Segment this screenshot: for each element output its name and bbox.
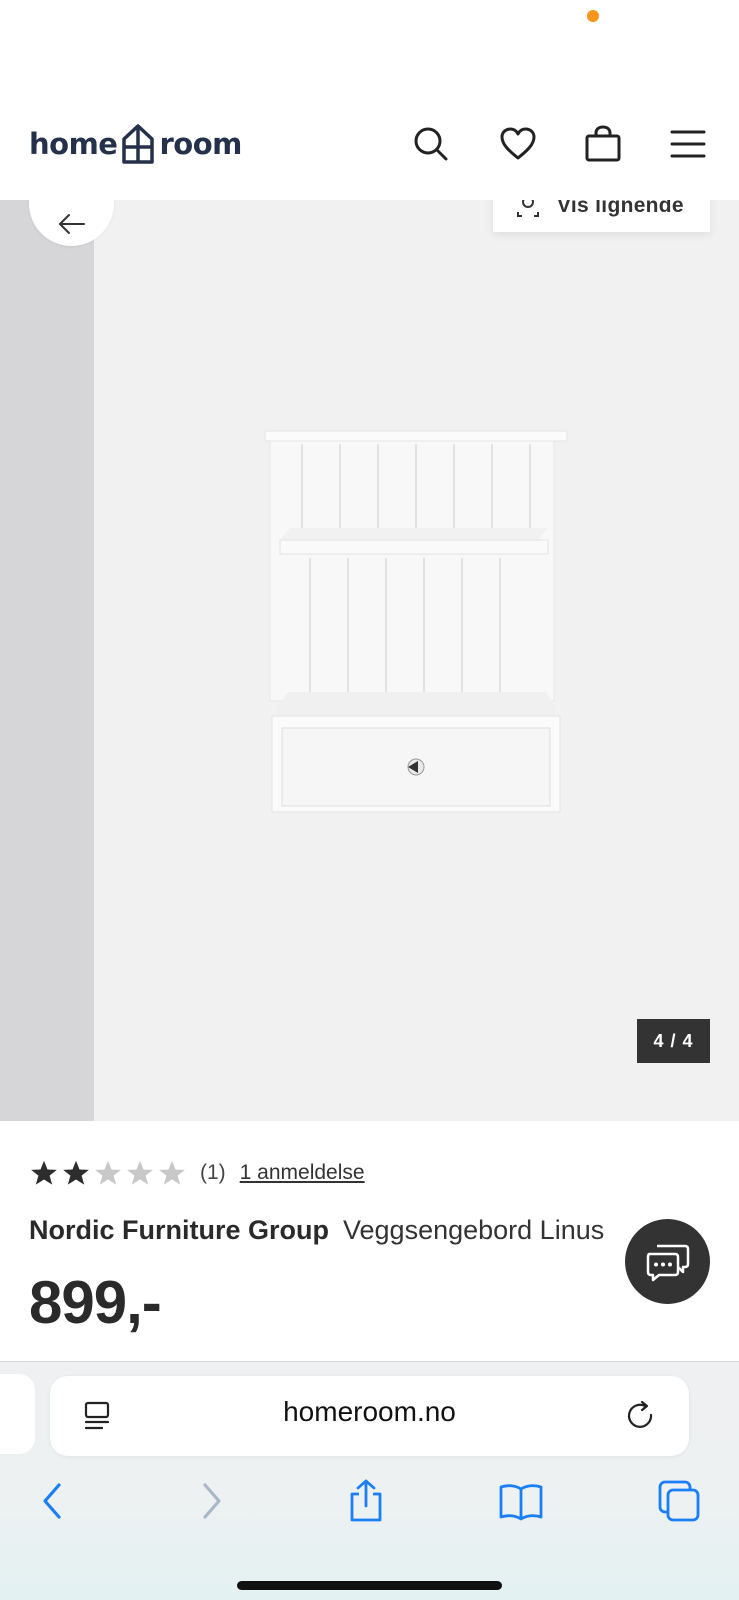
show-similar-button[interactable]: Vis lignende bbox=[493, 200, 710, 232]
product-image bbox=[264, 430, 568, 813]
star-empty-icon bbox=[127, 1160, 153, 1185]
arrow-left-icon bbox=[58, 213, 85, 234]
star-filled-icon bbox=[31, 1160, 57, 1185]
browser-toolbar: homeroom.no bbox=[0, 1361, 739, 1600]
status-bar bbox=[0, 0, 739, 100]
product-price: 899,- bbox=[29, 1269, 162, 1336]
cart-button[interactable] bbox=[581, 122, 625, 166]
chat-button[interactable] bbox=[625, 1219, 710, 1304]
search-button[interactable] bbox=[409, 122, 453, 166]
browser-forward-button[interactable] bbox=[187, 1476, 237, 1526]
browser-back-button[interactable] bbox=[27, 1476, 77, 1526]
search-icon bbox=[414, 127, 448, 161]
menu-button[interactable] bbox=[666, 122, 710, 166]
forward-icon bbox=[203, 1483, 221, 1519]
homeroom-logo[interactable]: home room bbox=[29, 122, 242, 166]
star-rating bbox=[30, 1159, 186, 1187]
tabs-button[interactable] bbox=[654, 1476, 704, 1526]
tabs-icon bbox=[658, 1480, 700, 1522]
rating-row: (1) 1 anmeldelse bbox=[30, 1156, 365, 1190]
bookmarks-button[interactable] bbox=[496, 1476, 546, 1526]
rating-count: (1) bbox=[200, 1161, 226, 1184]
menu-icon bbox=[670, 130, 706, 158]
privacy-indicator-dot bbox=[587, 10, 599, 22]
star-filled-icon bbox=[63, 1160, 89, 1185]
previous-slide-peek[interactable] bbox=[0, 200, 94, 1121]
star-empty-icon bbox=[159, 1160, 185, 1185]
share-icon bbox=[350, 1479, 382, 1522]
image-counter: 4 / 4 bbox=[637, 1019, 710, 1063]
heart-icon bbox=[500, 127, 536, 160]
bookmarks-icon bbox=[499, 1484, 543, 1521]
reviews-link[interactable]: 1 anmeldelse bbox=[240, 1161, 365, 1185]
chat-bubbles-icon bbox=[646, 1244, 689, 1281]
star-empty-icon bbox=[95, 1160, 121, 1185]
logo-text-home: home bbox=[29, 127, 118, 161]
logo-house-icon bbox=[122, 124, 155, 164]
reload-icon[interactable] bbox=[623, 1398, 659, 1434]
product-name: Veggsengebord Linus bbox=[343, 1215, 605, 1245]
home-indicator bbox=[237, 1581, 502, 1590]
previous-tab-peek[interactable] bbox=[0, 1374, 35, 1454]
product-image-gallery[interactable]: Vis lignende 4 / 4 bbox=[0, 200, 739, 1121]
share-button[interactable] bbox=[341, 1476, 391, 1526]
logo-text-room: room bbox=[159, 127, 242, 161]
wishlist-button[interactable] bbox=[496, 122, 540, 166]
url-text: homeroom.no bbox=[283, 1396, 456, 1427]
show-similar-label: Vis lignende bbox=[557, 200, 684, 217]
address-bar[interactable]: homeroom.no bbox=[50, 1376, 689, 1456]
site-header: home room bbox=[0, 100, 739, 200]
shopping-bag-icon bbox=[585, 125, 621, 162]
back-icon bbox=[43, 1483, 61, 1519]
visual-search-icon bbox=[517, 200, 539, 217]
product-brand[interactable]: Nordic Furniture Group bbox=[29, 1215, 329, 1245]
